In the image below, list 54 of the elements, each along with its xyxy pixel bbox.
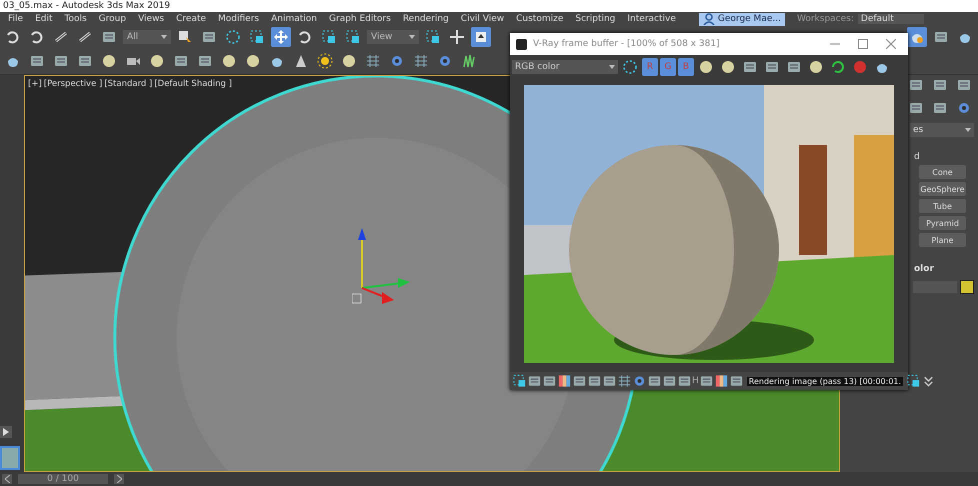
rollout-title: olor (913, 264, 935, 274)
menu-item[interactable]: Animation (266, 14, 324, 24)
menu-item[interactable]: Edit (30, 14, 60, 24)
reference-coordinate-dropdown[interactable]: View (367, 30, 419, 44)
viewport-label[interactable]: [Perspective ] (44, 79, 102, 89)
menu-item[interactable]: Group (94, 14, 134, 24)
user-account-button[interactable]: George Mae... (698, 12, 785, 26)
viewport-label[interactable]: [Standard ] (104, 79, 152, 89)
move-icon[interactable] (271, 27, 291, 47)
menu-item[interactable]: File (3, 14, 30, 24)
user-icon (702, 13, 715, 25)
menu-item[interactable]: Customize (511, 14, 570, 24)
sun-icon[interactable] (315, 51, 335, 71)
maximize-icon[interactable] (858, 39, 868, 49)
history-button[interactable]: H (692, 376, 699, 386)
render-setup-icon[interactable] (907, 27, 927, 47)
workspaces-dropdown[interactable]: Default (858, 14, 924, 24)
select-toggle-icon[interactable] (471, 27, 491, 47)
menu-item[interactable]: Create (171, 14, 214, 24)
close-icon[interactable] (886, 39, 896, 49)
object-type-button[interactable]: Cone (919, 165, 966, 179)
app-logo-icon (516, 38, 527, 50)
window-title: 03_05.max - Autodesk 3ds Max 2019 (3, 1, 170, 11)
menu-item[interactable]: Tools (60, 14, 94, 24)
caret-icon (161, 35, 167, 39)
category-dropdown[interactable]: es (910, 123, 974, 137)
color-swatch[interactable] (960, 280, 974, 294)
crosshair-icon[interactable] (447, 27, 467, 47)
caret-icon (409, 35, 415, 39)
workspaces-label: Workspaces: (796, 14, 854, 24)
channel-dropdown[interactable]: RGB color (512, 60, 618, 74)
play-button[interactable] (0, 426, 12, 438)
caret-icon (965, 128, 971, 132)
selection-filter-dropdown[interactable]: All (123, 30, 171, 44)
menu-item[interactable]: Civil View (456, 14, 512, 24)
menu-item[interactable]: Interactive (622, 14, 683, 24)
object-type-button[interactable]: GeoSphere (919, 182, 966, 196)
object-type-button[interactable]: Plane (919, 233, 966, 247)
render-status-text: Rendering image (pass 13) [00:00:01. (746, 376, 904, 386)
viewport-label[interactable]: [Default Shading ] (154, 79, 232, 89)
menu-item[interactable]: Views (133, 14, 172, 24)
previous-frame-button[interactable] (2, 474, 12, 484)
next-frame-button[interactable] (114, 474, 124, 484)
viewport-label[interactable]: [+] (28, 79, 42, 89)
menu-item[interactable]: Graph Editors (324, 14, 398, 24)
menu-item[interactable]: Rendering (398, 14, 456, 24)
menu-item[interactable]: Modifiers (213, 14, 266, 24)
frame-buffer-title: V-Ray frame buffer - [100% of 508 x 381] (533, 39, 721, 49)
track-bar-panel (0, 446, 20, 470)
menu-item[interactable]: Scripting (570, 14, 622, 24)
object-type-button[interactable]: Tube (919, 199, 966, 213)
object-type-button[interactable]: Pyramid (919, 216, 966, 230)
rollout-label: d (913, 152, 921, 162)
caret-icon (609, 65, 615, 69)
